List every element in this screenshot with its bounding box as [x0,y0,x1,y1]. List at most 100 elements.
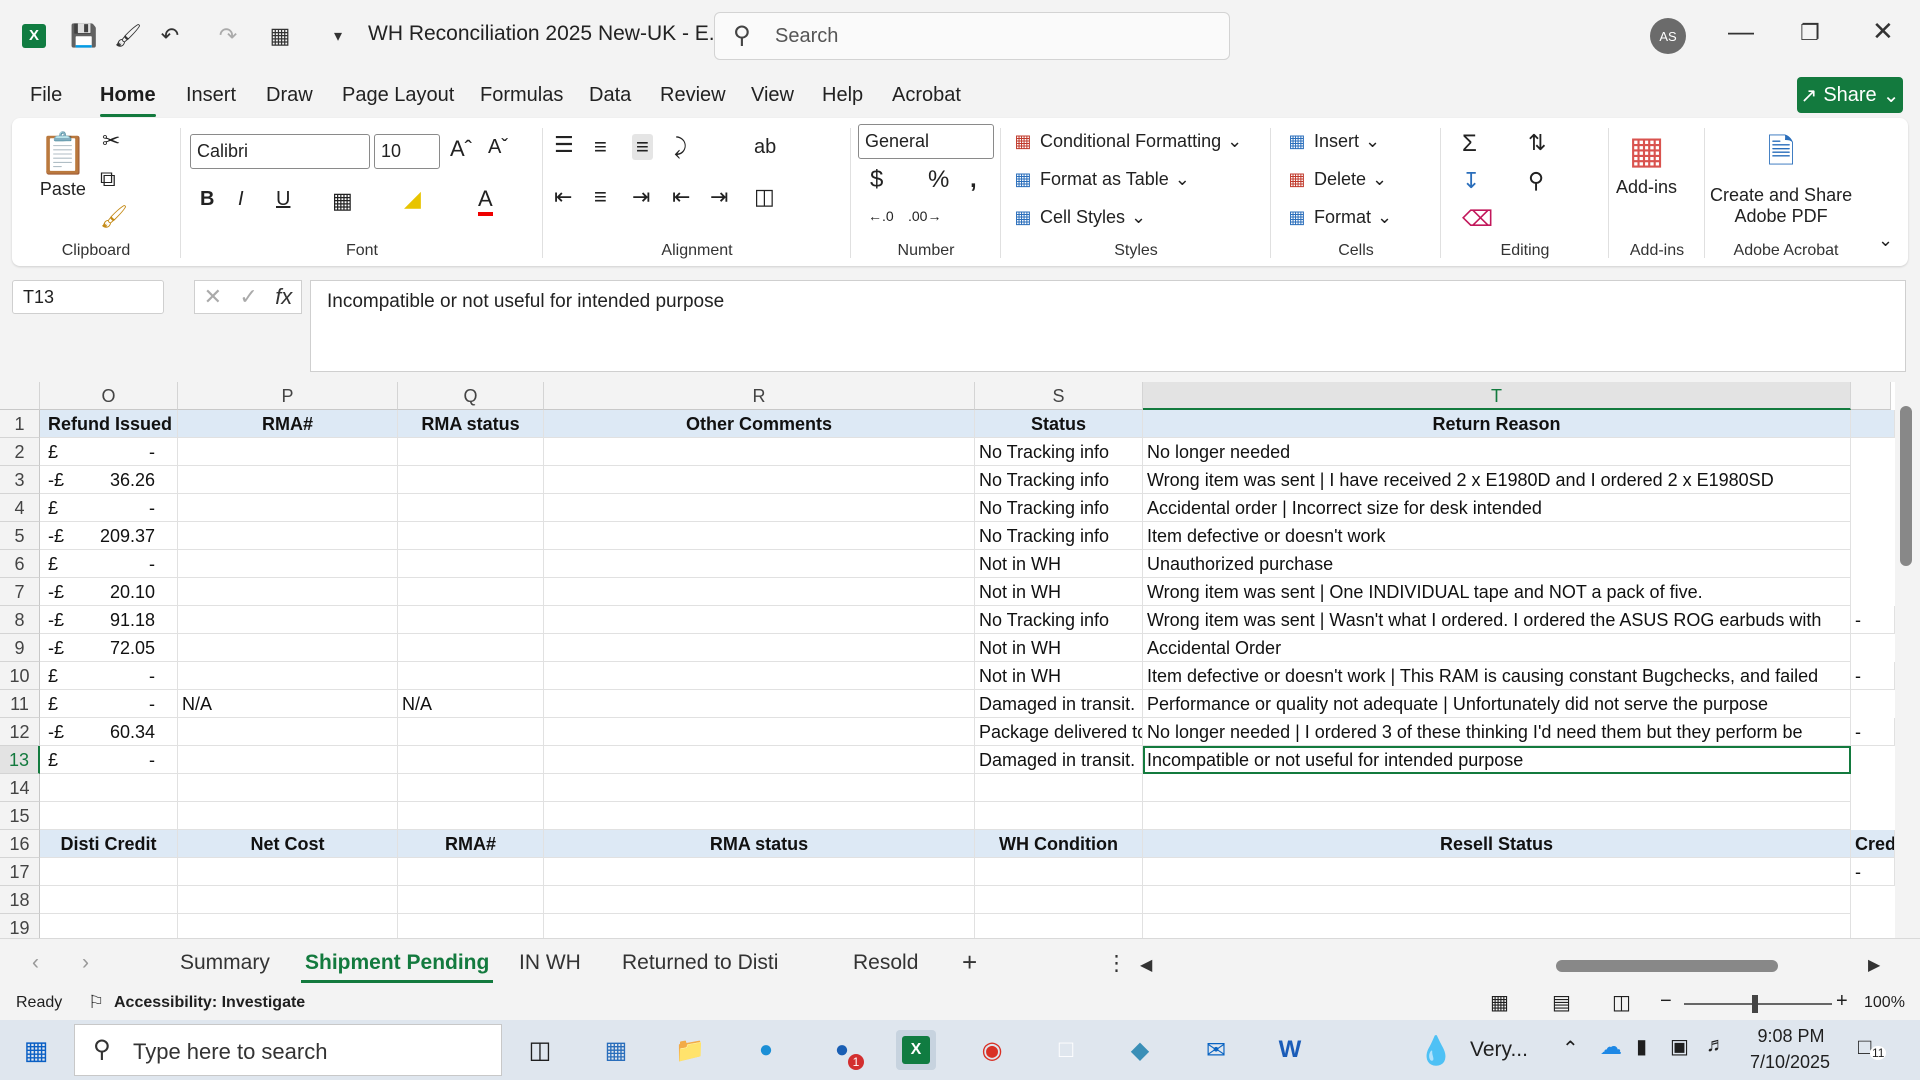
tab-formulas[interactable]: Formulas [480,84,563,107]
row-header[interactable]: 2 [0,438,40,466]
empty-cell[interactable] [975,886,1143,914]
conditional-formatting-button[interactable]: ▦ Conditional Formatting ⌄ [1012,130,1242,152]
decrease-indent-icon[interactable]: ⇤ [672,184,690,210]
empty-cell[interactable] [544,802,975,830]
column-header[interactable]: O [40,382,178,410]
scroll-right-icon[interactable]: ▶ [1868,955,1880,975]
avatar[interactable]: AS [1650,18,1686,54]
copy-icon[interactable]: ⧉ [100,166,116,192]
credit-cell[interactable]: - [1851,858,1895,886]
zoom-in-icon[interactable]: + [1836,990,1848,1013]
insert-cells-button[interactable]: ▦ Insert ⌄ [1286,130,1380,152]
middle-align-icon[interactable]: ≡ [594,134,607,160]
column-title-cell[interactable]: Disti Credit [40,830,178,858]
column-title-cell[interactable]: Cred [1851,830,1895,858]
add-sheet-icon[interactable]: + [962,947,977,978]
clock-time[interactable]: 9:08 PM [1746,1026,1836,1047]
column-header-partial[interactable] [1851,382,1891,410]
select-all-corner[interactable] [0,382,40,410]
other-comments-cell[interactable] [544,634,975,662]
orientation-icon[interactable]: ⤸ [674,134,687,160]
return-reason-cell[interactable]: Incompatible or not useful for intended … [1143,746,1851,774]
rma-status-cell[interactable] [398,522,544,550]
table-qa-icon[interactable]: ▦ [264,20,296,52]
row-header[interactable]: 1 [0,410,40,438]
tab-insert[interactable]: Insert [186,84,236,107]
row-header[interactable]: 4 [0,494,40,522]
create-share-pdf-button[interactable]: 🗎 Create and Share Adobe PDF [1710,128,1852,227]
windows-start-icon[interactable]: ▦ [16,1030,56,1070]
return-reason-cell[interactable]: Accidental order | Incorrect size for de… [1143,494,1851,522]
empty-cell[interactable] [40,886,178,914]
underline-icon[interactable]: U [276,188,290,211]
column-header[interactable]: S [975,382,1143,410]
rma-cell[interactable] [178,494,398,522]
column-header[interactable]: R [544,382,975,410]
rma-status-cell[interactable] [398,466,544,494]
format-cells-button[interactable]: ▦ Format ⌄ [1286,206,1392,228]
return-reason-cell[interactable]: No longer needed [1143,438,1851,466]
rma-cell[interactable] [178,578,398,606]
minimize-icon[interactable]: — [1728,16,1754,47]
tab-resold[interactable]: Resold [853,951,918,975]
zoom-out-icon[interactable]: − [1660,990,1672,1013]
rma-cell[interactable] [178,662,398,690]
overflow-dash-cell[interactable]: - [1851,606,1895,634]
empty-cell[interactable] [40,802,178,830]
refund-cell[interactable]: -£ 209.37 [40,522,178,550]
redo-icon[interactable]: ↷ [212,20,244,52]
fill-color-icon[interactable]: ◢ [404,186,421,212]
percent-icon[interactable]: % [928,166,949,194]
format-as-table-button[interactable]: ▦ Format as Table ⌄ [1012,168,1189,190]
name-box[interactable]: T13 [12,280,164,314]
borders-icon[interactable]: ▦ [332,188,353,214]
status-cell[interactable]: Package delivered to [975,718,1143,746]
tab-view[interactable]: View [751,84,794,107]
cell-styles-button[interactable]: ▦ Cell Styles ⌄ [1012,206,1146,228]
other-comments-cell[interactable] [544,746,975,774]
other-comments-cell[interactable] [544,690,975,718]
empty-cell[interactable] [544,886,975,914]
excel-app-icon[interactable]: X [896,1030,936,1070]
row-header[interactable]: 12 [0,718,40,746]
refund-cell[interactable]: £ - [40,746,178,774]
notepad-app-icon[interactable]: □ [1046,1030,1086,1070]
row-header[interactable]: 14 [0,774,40,802]
task-view-icon[interactable]: ◫ [520,1030,560,1070]
search-input[interactable]: ⚲ Search [714,12,1230,60]
refund-cell[interactable]: £ - [40,690,178,718]
bottom-align-icon[interactable]: ≡ [632,134,653,160]
column-title-cell[interactable]: Return Reason [1143,410,1851,438]
cancel-icon[interactable]: ✕ [204,284,222,310]
row-header[interactable]: 15 [0,802,40,830]
taskbar-search-input[interactable]: ⚲ Type here to search [74,1024,502,1076]
column-title-cell[interactable]: Status [975,410,1143,438]
rma-cell[interactable] [178,522,398,550]
tab-shipment-pending[interactable]: Shipment Pending [300,951,494,983]
battery-icon[interactable]: ▮ [1636,1034,1647,1059]
other-comments-cell[interactable] [544,578,975,606]
row-header[interactable]: 18 [0,886,40,914]
overflow-dash-cell[interactable]: - [1851,662,1895,690]
rma-status-cell[interactable] [398,578,544,606]
page-break-view-icon[interactable]: ◫ [1612,990,1631,1015]
empty-cell[interactable] [544,774,975,802]
status-cell[interactable]: Not in WH [975,550,1143,578]
return-reason-cell[interactable]: Wrong item was sent | Wasn't what I orde… [1143,606,1851,634]
find-select-icon[interactable]: ⚲ [1528,168,1544,194]
return-reason-cell[interactable]: Performance or quality not adequate | Un… [1143,690,1851,718]
currency-icon[interactable]: $ [870,166,883,194]
status-cell[interactable]: No Tracking info [975,606,1143,634]
column-header[interactable]: T [1143,382,1851,410]
clock-date[interactable]: 7/10/2025 [1740,1052,1840,1073]
overflow-dash-cell[interactable]: - [1851,718,1895,746]
autosave-icon[interactable]: 💾 [68,20,100,52]
rma-status-cell[interactable] [398,746,544,774]
column-title-cell[interactable]: Other Comments [544,410,975,438]
tab-acrobat[interactable]: Acrobat [892,84,961,107]
volume-icon[interactable]: ♬ [1706,1034,1726,1057]
empty-cell[interactable] [178,774,398,802]
empty-cell[interactable] [544,858,975,886]
formula-input[interactable]: Incompatible or not useful for intended … [310,280,1906,372]
merge-center-icon[interactable]: ◫ [754,184,775,210]
